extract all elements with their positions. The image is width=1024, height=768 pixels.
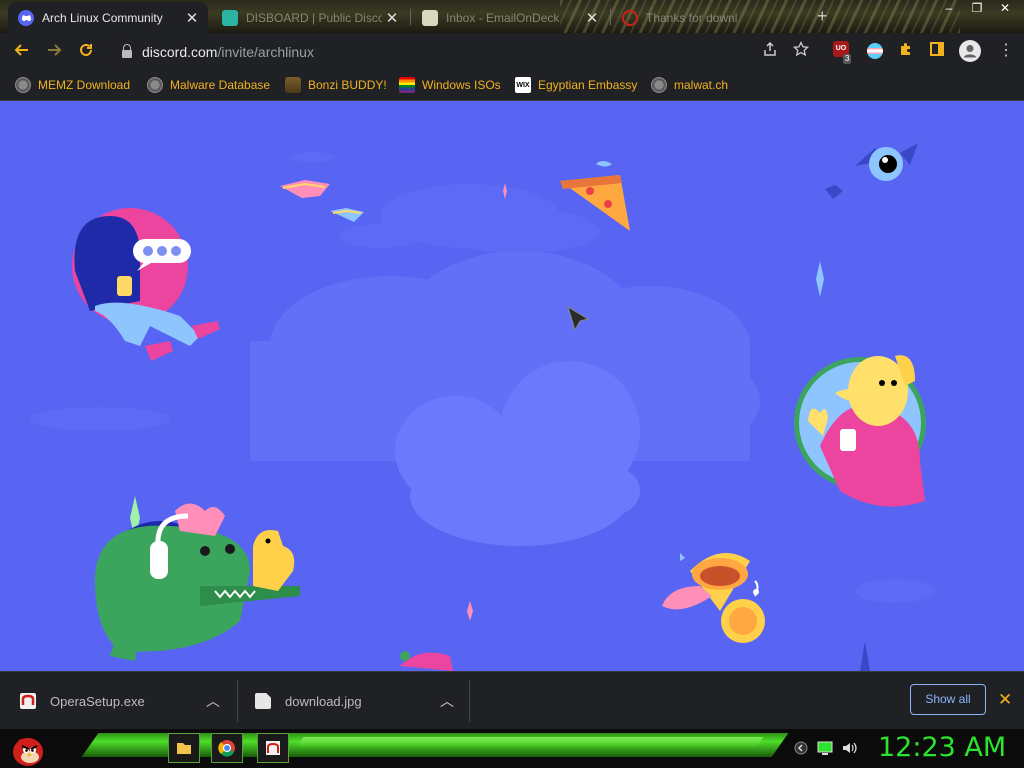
close-download-shelf-icon[interactable]: ✕ (998, 690, 1012, 710)
partial-character (400, 651, 410, 661)
tray-network-icon[interactable] (793, 741, 809, 757)
tab-strip: Arch Linux Community ✕ DISBOARD | Public… (0, 0, 1024, 33)
tab-title: DISBOARD | Public Disco (246, 10, 382, 25)
globe-icon (147, 77, 163, 93)
minimize-button[interactable]: – (935, 0, 963, 18)
tab-disboard[interactable]: DISBOARD | Public Disco ✕ (212, 2, 408, 33)
trumpet-with-tongue (662, 553, 765, 643)
close-window-button[interactable]: ✕ (991, 0, 1019, 18)
taskbar-file-explorer-button[interactable] (168, 733, 200, 763)
more-menu-icon[interactable]: ⋮ (996, 41, 1016, 61)
opera-favicon-icon (622, 9, 638, 26)
taskbar-chrome-button[interactable] (211, 733, 243, 763)
rainbow-flag-icon (399, 77, 415, 93)
show-all-downloads-button[interactable]: Show all (910, 684, 986, 715)
back-arrow-icon[interactable] (10, 40, 34, 64)
ublock-badge: 3 (843, 54, 852, 64)
download-filename: download.jpg (285, 693, 362, 709)
browser-toolbar: discord.com/invite/archlinux UO 3 ⋮ (0, 33, 1024, 70)
girl-with-phone-character (72, 208, 220, 361)
url-text: discord.com/invite/archlinux (142, 44, 314, 60)
lock-icon[interactable] (122, 43, 132, 58)
green-dinosaur-character (95, 503, 300, 661)
taskbar-clock[interactable]: 12:23 AM (878, 732, 1006, 763)
tab-emailondeck[interactable]: Inbox - EmailOnDeck ✕ (412, 2, 608, 33)
globe-icon (651, 77, 667, 93)
taskbar: 12:23 AM (0, 729, 1024, 768)
globe-icon (15, 77, 31, 93)
bookmark-label: Malware Database (170, 78, 271, 92)
bookmark-label: Egyptian Embassy (538, 78, 638, 92)
bookmark-label: Bonzi BUDDY! (308, 78, 387, 92)
tab-separator (610, 9, 611, 25)
chevron-up-icon[interactable]: ︿ (440, 691, 454, 711)
url-path: /invite/archlinux (217, 43, 314, 60)
bookmark-bonzi-buddy[interactable]: Bonzi BUDDY! (285, 76, 387, 94)
bookmark-memz-download[interactable]: MEMZ Download (15, 76, 130, 94)
tray-monitor-icon[interactable] (817, 741, 833, 757)
download-separator (237, 680, 238, 722)
bookmark-label: MEMZ Download (38, 78, 131, 92)
partial-character (860, 641, 870, 671)
sparkle (467, 601, 473, 621)
download-filename: OperaSetup.exe (50, 693, 145, 709)
disboard-favicon-icon (222, 9, 238, 26)
tab-arch-linux-community[interactable]: Arch Linux Community ✕ (8, 2, 208, 33)
chevron-up-icon[interactable]: ︿ (206, 691, 220, 711)
sparkle (816, 261, 824, 297)
flying-books (280, 180, 364, 222)
discord-invite-page (0, 101, 1024, 671)
bat-eyeball-creature (825, 143, 918, 199)
maximize-button[interactable]: ❐ (963, 0, 991, 18)
image-file-icon (255, 693, 271, 709)
tray-volume-icon[interactable] (841, 741, 857, 757)
side-panel-icon[interactable] (927, 41, 947, 61)
bookmark-malware-database[interactable]: Malware Database (147, 76, 270, 94)
discord-favicon-icon (18, 9, 34, 26)
bookmark-star-icon[interactable] (791, 40, 811, 61)
tab-title: Arch Linux Community (42, 10, 163, 25)
close-tab-icon[interactable]: ✕ (382, 9, 402, 27)
address-bar[interactable]: discord.com/invite/archlinux (108, 37, 822, 66)
bookmark-label: malwat.ch (674, 78, 729, 92)
download-item-operasetup[interactable]: OperaSetup.exe ︿ (20, 672, 235, 730)
tab-title: Inbox - EmailOnDeck (446, 10, 560, 25)
download-item-downloadjpg[interactable]: download.jpg ︿ (255, 672, 467, 730)
share-icon[interactable] (760, 41, 780, 61)
bookmark-egyptian-embassy[interactable]: WIX Egyptian Embassy (515, 76, 637, 94)
download-shelf: OperaSetup.exe ︿ download.jpg ︿ Show all… (0, 671, 1024, 730)
download-separator (469, 680, 470, 722)
invite-illustration (30, 143, 935, 671)
trans-flag-extension-icon[interactable] (865, 41, 885, 61)
emailondeck-favicon-icon (422, 9, 438, 26)
bookmark-malwatch[interactable]: malwat.ch (651, 76, 728, 94)
close-tab-icon[interactable]: ✕ (182, 9, 202, 27)
bookmark-label: Windows ISOs (422, 78, 501, 92)
tab-title: Thanks for downl (646, 10, 738, 25)
bookmark-windows-isos[interactable]: Windows ISOs (399, 76, 501, 94)
bonzi-icon (285, 77, 301, 93)
wix-icon: WIX (515, 77, 531, 93)
new-tab-button[interactable]: + (817, 6, 828, 27)
start-button-angry-bird-icon[interactable] (8, 730, 46, 768)
bookmarks-bar: MEMZ Download Malware Database Bonzi BUD… (0, 70, 1024, 101)
profile-avatar-icon[interactable] (959, 40, 981, 62)
tab-separator (410, 9, 411, 25)
exe-file-icon (20, 693, 36, 709)
forward-arrow-icon[interactable] (42, 40, 66, 64)
taskbar-installer-button[interactable] (257, 733, 289, 763)
reload-icon[interactable] (74, 40, 98, 64)
close-tab-icon[interactable]: ✕ (582, 9, 602, 27)
drinking-character-portrait (794, 355, 926, 507)
extensions-puzzle-icon[interactable] (896, 41, 916, 61)
url-host: discord.com (142, 43, 218, 60)
taskbar-theme-highlight (296, 737, 764, 747)
tab-thanks-for-downloading[interactable]: Thanks for downl (612, 2, 808, 33)
